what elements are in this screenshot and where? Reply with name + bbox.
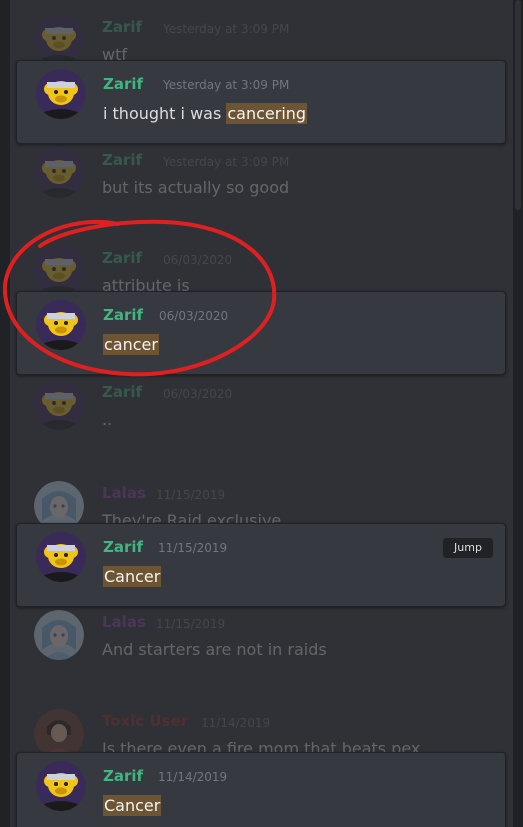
message-content: Cancer	[103, 795, 162, 816]
author-name[interactable]: Lalas	[102, 613, 146, 631]
avatar[interactable]	[34, 148, 84, 198]
avatar[interactable]	[34, 246, 84, 296]
author-name[interactable]: Zarif	[102, 151, 142, 169]
avatar[interactable]	[34, 380, 84, 430]
message-timestamp: 06/03/2020	[159, 309, 229, 323]
message-content: And starters are not in raids	[102, 640, 327, 659]
author-name[interactable]: Zarif	[103, 538, 143, 556]
search-highlight: cancer	[103, 334, 159, 355]
author-name[interactable]: Zarif	[103, 306, 143, 324]
content-text: i thought i was	[103, 104, 227, 123]
message-timestamp: Yesterday at 3:09 PM	[163, 155, 290, 169]
search-highlight: Cancer	[103, 795, 162, 816]
author-name[interactable]: Lalas	[102, 484, 146, 502]
search-results-panel: Zarif Yesterday at 3:09 PM wtf Zarif Yes…	[10, 0, 513, 827]
author-name[interactable]: Toxic User	[102, 712, 188, 730]
avatar[interactable]	[36, 69, 86, 119]
author-name[interactable]: Zarif	[102, 249, 142, 267]
message-timestamp: 11/15/2019	[156, 617, 226, 631]
search-result-card[interactable]: Zarif 06/03/2020 cancer	[16, 291, 506, 375]
avatar[interactable]	[34, 15, 84, 65]
avatar[interactable]	[36, 532, 86, 582]
author-name[interactable]: Zarif	[103, 767, 143, 785]
message-timestamp: 06/03/2020	[163, 253, 233, 267]
message-timestamp: Yesterday at 3:09 PM	[163, 78, 290, 92]
context-message: Zarif Yesterday at 3:09 PM but its actua…	[10, 140, 513, 220]
message-content: but its actually so good	[102, 178, 290, 197]
message-content: cancer	[103, 334, 159, 355]
search-result-card[interactable]: Zarif 11/15/2019 Cancer Jump	[16, 523, 506, 607]
message-timestamp: 11/15/2019	[156, 488, 226, 502]
message-timestamp: 11/15/2019	[158, 541, 228, 555]
message-content: i thought i was cancering	[103, 103, 308, 124]
search-highlight: Cancer	[103, 566, 162, 587]
message-timestamp: 11/14/2019	[201, 716, 271, 730]
search-result-card[interactable]: Zarif Yesterday at 3:09 PM i thought i w…	[16, 60, 506, 144]
author-name[interactable]: Zarif	[103, 75, 143, 93]
message-content: ..	[102, 410, 113, 429]
author-name[interactable]: Zarif	[102, 383, 142, 401]
message-timestamp: Yesterday at 3:09 PM	[163, 22, 290, 36]
author-name[interactable]: Zarif	[102, 18, 142, 36]
context-message: Zarif 06/03/2020 ..	[10, 372, 513, 452]
scrollbar-thumb[interactable]	[515, 0, 521, 210]
avatar[interactable]	[34, 610, 84, 660]
message-timestamp: 11/14/2019	[158, 770, 228, 784]
message-timestamp: 06/03/2020	[163, 387, 233, 401]
avatar[interactable]	[36, 761, 86, 811]
search-result-card[interactable]: Zarif 11/14/2019 Cancer	[16, 752, 506, 827]
avatar[interactable]	[36, 300, 86, 350]
context-message: Lalas 11/15/2019 And starters are not in…	[10, 602, 513, 682]
search-highlight: cancering	[226, 103, 308, 124]
scrollbar[interactable]	[513, 0, 523, 827]
jump-button[interactable]: Jump	[443, 538, 493, 558]
message-content: Cancer	[103, 566, 162, 587]
